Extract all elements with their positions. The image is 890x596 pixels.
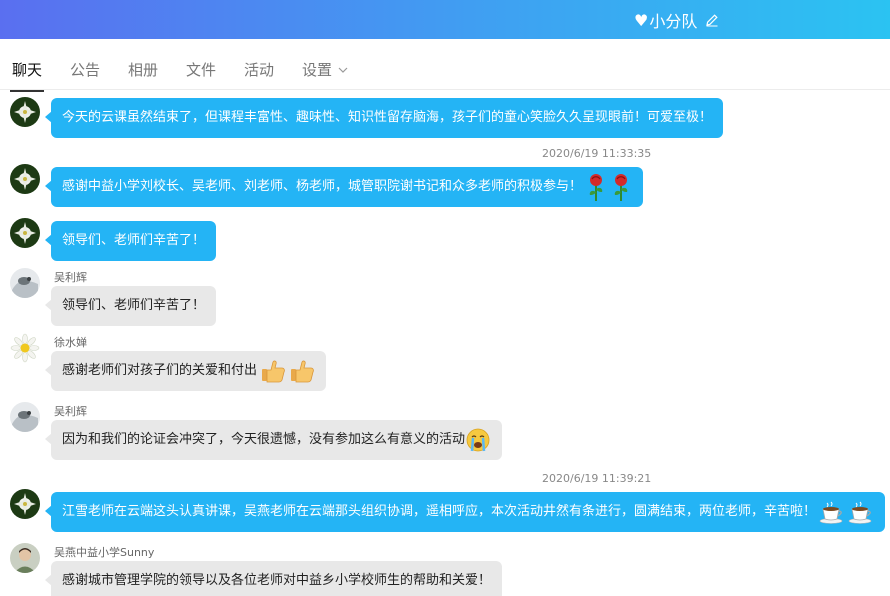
sender-name: 吴利辉: [54, 405, 87, 418]
tab-chat[interactable]: 聊天: [9, 59, 45, 92]
message-bubble[interactable]: 领导们、老师们辛苦了！: [44, 286, 217, 326]
sender-name: 吴燕中益小学Sunny: [54, 546, 155, 559]
heart-icon: ♥: [634, 10, 649, 30]
message-text: 感谢城市管理学院的领导以及各位老师对中益乡小学校师生的帮助和关爱！: [62, 573, 492, 588]
message-timestamp: 2020/6/19 11:39:21: [542, 472, 652, 485]
crying-emoji: [465, 427, 491, 453]
message-text: 因为和我们的论证会冲突了，今天很遗憾，没有参加这么有意义的活动: [62, 432, 466, 447]
message-text: 领导们、老师们辛苦了！: [62, 298, 206, 313]
tab-album[interactable]: 相册: [128, 59, 158, 83]
group-header: ♥ 小分队: [0, 0, 890, 39]
message-bubble[interactable]: 因为和我们的论证会冲突了，今天很遗憾，没有参加这么有意义的活动: [44, 420, 503, 460]
avatar[interactable]: [10, 402, 40, 432]
chat-message-list[interactable]: 今天的云课虽然结束了，但课程丰富性、趣味性、知识性留存脑海，孩子们的童心笑脸久久…: [0, 90, 890, 596]
coffee-emoji: [819, 500, 845, 524]
message-text: 江雪老师在云端这头认真讲课，吴燕老师在云端那头组织协调，遥相呼应，本次活动井然有…: [62, 504, 817, 519]
message-bubble[interactable]: 江雪老师在云端这头认真讲课，吴燕老师在云端那头组织协调，遥相呼应，本次活动井然有…: [44, 492, 886, 532]
tab-bar: 聊天 公告 相册 文件 活动 设置: [0, 39, 890, 92]
chevron-down-icon: [338, 59, 348, 77]
group-name: 小分队: [649, 12, 698, 31]
tab-files[interactable]: 文件: [186, 59, 216, 83]
avatar[interactable]: [10, 489, 40, 519]
message-bubble[interactable]: 感谢中益小学刘校长、吴老师、刘老师、杨老师，城管职院谢书记和众多老师的积极参与！: [44, 167, 644, 207]
tab-settings[interactable]: 设置: [302, 59, 348, 83]
tab-settings-label: 设置: [302, 61, 333, 79]
rose-emoji: [585, 172, 607, 202]
message-text: 今天的云课虽然结束了，但课程丰富性、趣味性、知识性留存脑海，孩子们的童心笑脸久久…: [62, 110, 713, 125]
group-title: ♥ 小分队: [634, 9, 719, 31]
message-text: 感谢中益小学刘校长、吴老师、刘老师、杨老师，城管职院谢书记和众多老师的积极参与！: [62, 179, 583, 194]
sender-name: 徐水婵: [54, 336, 87, 349]
sender-name: 吴利辉: [54, 271, 87, 284]
message-text: 感谢老师们对孩子们的关爱和付出: [62, 363, 258, 378]
tab-announcement[interactable]: 公告: [70, 59, 100, 83]
avatar[interactable]: [10, 268, 40, 298]
edit-icon[interactable]: [705, 13, 719, 27]
message-bubble[interactable]: 感谢老师们对孩子们的关爱和付出: [44, 351, 327, 391]
rose-emoji: [610, 172, 632, 202]
tab-activity[interactable]: 活动: [244, 59, 274, 83]
message-bubble[interactable]: 领导们、老师们辛苦了！: [44, 221, 217, 261]
avatar[interactable]: [10, 97, 40, 127]
message-bubble[interactable]: 今天的云课虽然结束了，但课程丰富性、趣味性、知识性留存脑海，孩子们的童心笑脸久久…: [44, 98, 724, 138]
coffee-emoji: [848, 500, 874, 524]
avatar[interactable]: [10, 543, 40, 573]
avatar[interactable]: [10, 333, 40, 363]
thumbs-up-emoji: [289, 358, 315, 384]
avatar[interactable]: [10, 164, 40, 194]
avatar[interactable]: [10, 218, 40, 248]
message-timestamp: 2020/6/19 11:33:35: [542, 147, 652, 160]
message-bubble[interactable]: 感谢城市管理学院的领导以及各位老师对中益乡小学校师生的帮助和关爱！: [44, 561, 503, 596]
thumbs-up-emoji: [260, 358, 286, 384]
message-text: 领导们、老师们辛苦了！: [62, 233, 206, 248]
